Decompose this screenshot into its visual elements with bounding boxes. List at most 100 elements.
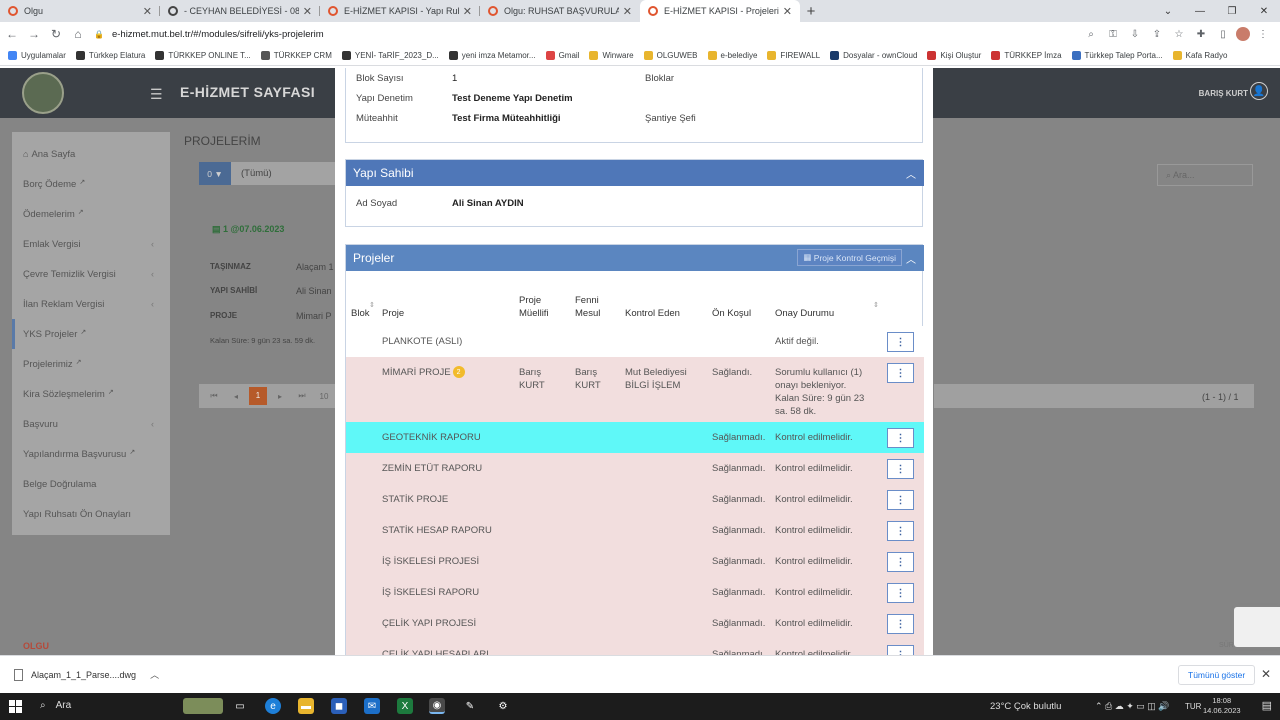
download-item[interactable]: Alaçam_1_1_Parse....dwg ︿ <box>14 668 159 681</box>
sidebar-item[interactable]: İlan Reklam Vergisi ‹ <box>12 289 170 319</box>
notification-icon[interactable]: ▤ <box>1262 699 1272 712</box>
excel-icon[interactable]: X <box>397 698 413 714</box>
bookmark-item[interactable]: FIREWALL <box>767 51 820 60</box>
municipality-logo[interactable] <box>22 72 64 114</box>
tab-close-icon[interactable]: ✕ <box>303 5 312 18</box>
page-size[interactable]: 10 <box>315 392 333 401</box>
outlook-icon[interactable]: ✉ <box>364 698 380 714</box>
show-all-button[interactable]: Tümünü göster <box>1178 665 1256 685</box>
language-indicator[interactable]: TUR <box>1185 702 1201 711</box>
sidebar-item[interactable]: Yapı Ruhsatı Ön Onayları <box>12 499 170 529</box>
edge-icon[interactable]: e <box>265 698 281 714</box>
user-name[interactable]: BARIŞ KURT <box>1199 89 1248 98</box>
tab-search-icon[interactable]: ⌄ <box>1152 0 1184 22</box>
sidebar-item[interactable]: Belge Doğrulama <box>12 469 170 499</box>
star-icon[interactable]: ☆ <box>1170 25 1188 43</box>
forward-icon[interactable]: → <box>24 24 44 44</box>
bookmark-item[interactable]: YENİ- TaRİF_2023_D... <box>341 51 439 60</box>
close-window-button[interactable]: ✕ <box>1248 0 1280 22</box>
bookmark-item[interactable]: Dosyalar - ownCloud <box>830 51 917 60</box>
file-explorer-icon[interactable]: ▬ <box>298 698 314 714</box>
back-icon[interactable]: ← <box>2 24 22 44</box>
row-menu-button[interactable]: ⋮ <box>887 552 914 572</box>
page-current[interactable]: 1 <box>249 387 267 405</box>
header-onkosul[interactable]: Ön Koşul <box>712 307 751 320</box>
header-proje[interactable]: Proje <box>382 307 404 320</box>
sidebar-item[interactable]: YKS Projeler ↗ <box>12 319 170 349</box>
row-menu-button[interactable]: ⋮ <box>887 363 914 383</box>
chevron-up-icon[interactable]: ︿ <box>906 251 916 266</box>
project-history-button[interactable]: ▦ Proje Kontrol Geçmişi <box>797 249 902 266</box>
tab-close-icon[interactable]: ✕ <box>783 5 792 18</box>
row-menu-button[interactable]: ⋮ <box>887 645 914 655</box>
filter-select[interactable]: 0 ▼ (Tümü) <box>199 162 339 185</box>
chevron-up-icon[interactable]: ︿ <box>150 668 159 681</box>
browser-tab[interactable]: Olgu ✕ <box>0 0 160 22</box>
tab-close-icon[interactable]: ✕ <box>623 5 632 18</box>
key-icon[interactable]: ⚿ <box>1104 25 1122 43</box>
project-row[interactable]: İŞ İSKELESİ RAPORU Sağlanmadı. Kontrol edi… <box>346 577 924 608</box>
bookmark-item[interactable]: Kafa Radyo <box>1172 51 1227 60</box>
profile-avatar[interactable] <box>1236 27 1250 41</box>
project-row[interactable]: MİMARİ PROJE 2 Barış KURT Barış KURT Mut Bel… <box>346 357 924 422</box>
restore-button[interactable]: ❐ <box>1216 0 1248 22</box>
row-menu-button[interactable]: ⋮ <box>887 490 914 510</box>
minimize-button[interactable]: — <box>1184 0 1216 22</box>
share-icon[interactable]: ⇪ <box>1148 25 1166 43</box>
bookmark-item[interactable]: TÜRKKEP CRM <box>260 51 332 60</box>
reload-icon[interactable]: ↻ <box>46 24 66 44</box>
install-icon[interactable]: ⇩ <box>1126 25 1144 43</box>
project-row[interactable]: STATİK PROJE Sağlanmadı. Kontrol edilmelid… <box>346 484 924 515</box>
bookmark-item[interactable]: Kişi Oluştur <box>927 51 981 60</box>
row-menu-button[interactable]: ⋮ <box>887 428 914 448</box>
extensions-icon[interactable]: ✚ <box>1192 25 1210 43</box>
news-widget-icon[interactable] <box>183 698 223 714</box>
sidebar-item[interactable]: Borç Ödeme ↗ <box>12 169 170 199</box>
sort-icon[interactable]: ⇕ <box>873 301 879 309</box>
bookmark-item[interactable]: Gmail <box>545 51 579 60</box>
zoom-icon[interactable]: ⌕ <box>1082 25 1100 43</box>
owner-panel-header[interactable]: Yapı Sahibi ︿ <box>346 160 924 186</box>
recaptcha-badge[interactable] <box>1234 607 1280 647</box>
bookmark-item[interactable]: Winware <box>589 51 634 60</box>
browser-tab[interactable]: E-HİZMET KAPISI - Projelerim ✕ <box>640 0 800 22</box>
user-icon[interactable]: 👤 <box>1250 82 1268 100</box>
prev-page-icon[interactable]: ◂ <box>227 392 245 401</box>
sidebar-item[interactable]: Çevre Temizlik Vergisi ‹ <box>12 259 170 289</box>
project-row[interactable]: PLANKOTE (ASLI) Aktif değil. ⋮ <box>346 326 924 357</box>
row-menu-button[interactable]: ⋮ <box>887 521 914 541</box>
header-muellif[interactable]: Proje Müellifi <box>519 294 549 320</box>
header-onay[interactable]: Onay Durumu <box>775 307 834 320</box>
bookmark-item[interactable]: Türkkep Talep Porta... <box>1071 51 1163 60</box>
store-icon[interactable]: ◼ <box>331 698 347 714</box>
chrome-icon[interactable]: ◉ <box>429 698 445 714</box>
next-page-icon[interactable]: ▸ <box>271 392 289 401</box>
project-row[interactable]: İŞ İSKELESİ PROJESİ Sağlanmadı. Kontrol ed… <box>346 546 924 577</box>
header-kontrol[interactable]: Kontrol Eden <box>625 307 680 320</box>
row-menu-button[interactable]: ⋮ <box>887 614 914 634</box>
header-fenni[interactable]: Fenni Mesul <box>575 294 600 320</box>
chevron-up-icon[interactable]: ︿ <box>906 166 916 181</box>
filter-button[interactable]: 0 ▼ <box>199 162 231 185</box>
project-row[interactable]: GEOTEKNİK RAPORU Sağlanmadı. Kontrol edilm… <box>346 422 924 453</box>
bookmark-item[interactable]: OLGUWEB <box>643 51 698 60</box>
task-view-icon[interactable]: ▭ <box>232 698 248 714</box>
sidepanel-icon[interactable]: ▯ <box>1214 25 1232 43</box>
bookmark-item[interactable]: TÜRKKEP ONLINE T... <box>155 51 251 60</box>
row-menu-button[interactable]: ⋮ <box>887 583 914 603</box>
browser-tab[interactable]: E-HİZMET KAPISI - Yapı Ruhsatı İ ✕ <box>320 0 480 22</box>
bookmark-item[interactable]: Uygulamalar <box>8 51 66 60</box>
header-blok[interactable]: Blok <box>351 307 369 320</box>
search-input[interactable]: ⌕ Ara... <box>1157 164 1253 186</box>
sidebar-item[interactable]: Projelerimiz ↗ <box>12 349 170 379</box>
tab-close-icon[interactable]: ✕ <box>143 5 152 18</box>
sidebar-item[interactable]: Yapılandırma Başvurusu ↗ <box>12 439 170 469</box>
card-date[interactable]: ▤ 1 @07.06.2023 <box>212 224 284 235</box>
project-row[interactable]: ÇELİK YAPI PROJESİ Sağlanmadı. Kontrol edi… <box>346 608 924 639</box>
project-row[interactable]: STATİK HESAP RAPORU Sağlanmadı. Kontrol ed… <box>346 515 924 546</box>
last-page-icon[interactable]: ⏭ <box>293 391 311 401</box>
pen-app-icon[interactable]: ✎ <box>462 698 478 714</box>
settings-icon[interactable]: ⚙ <box>495 698 511 714</box>
hamburger-icon[interactable]: ☰ <box>150 86 163 103</box>
first-page-icon[interactable]: ⏮ <box>205 391 223 401</box>
